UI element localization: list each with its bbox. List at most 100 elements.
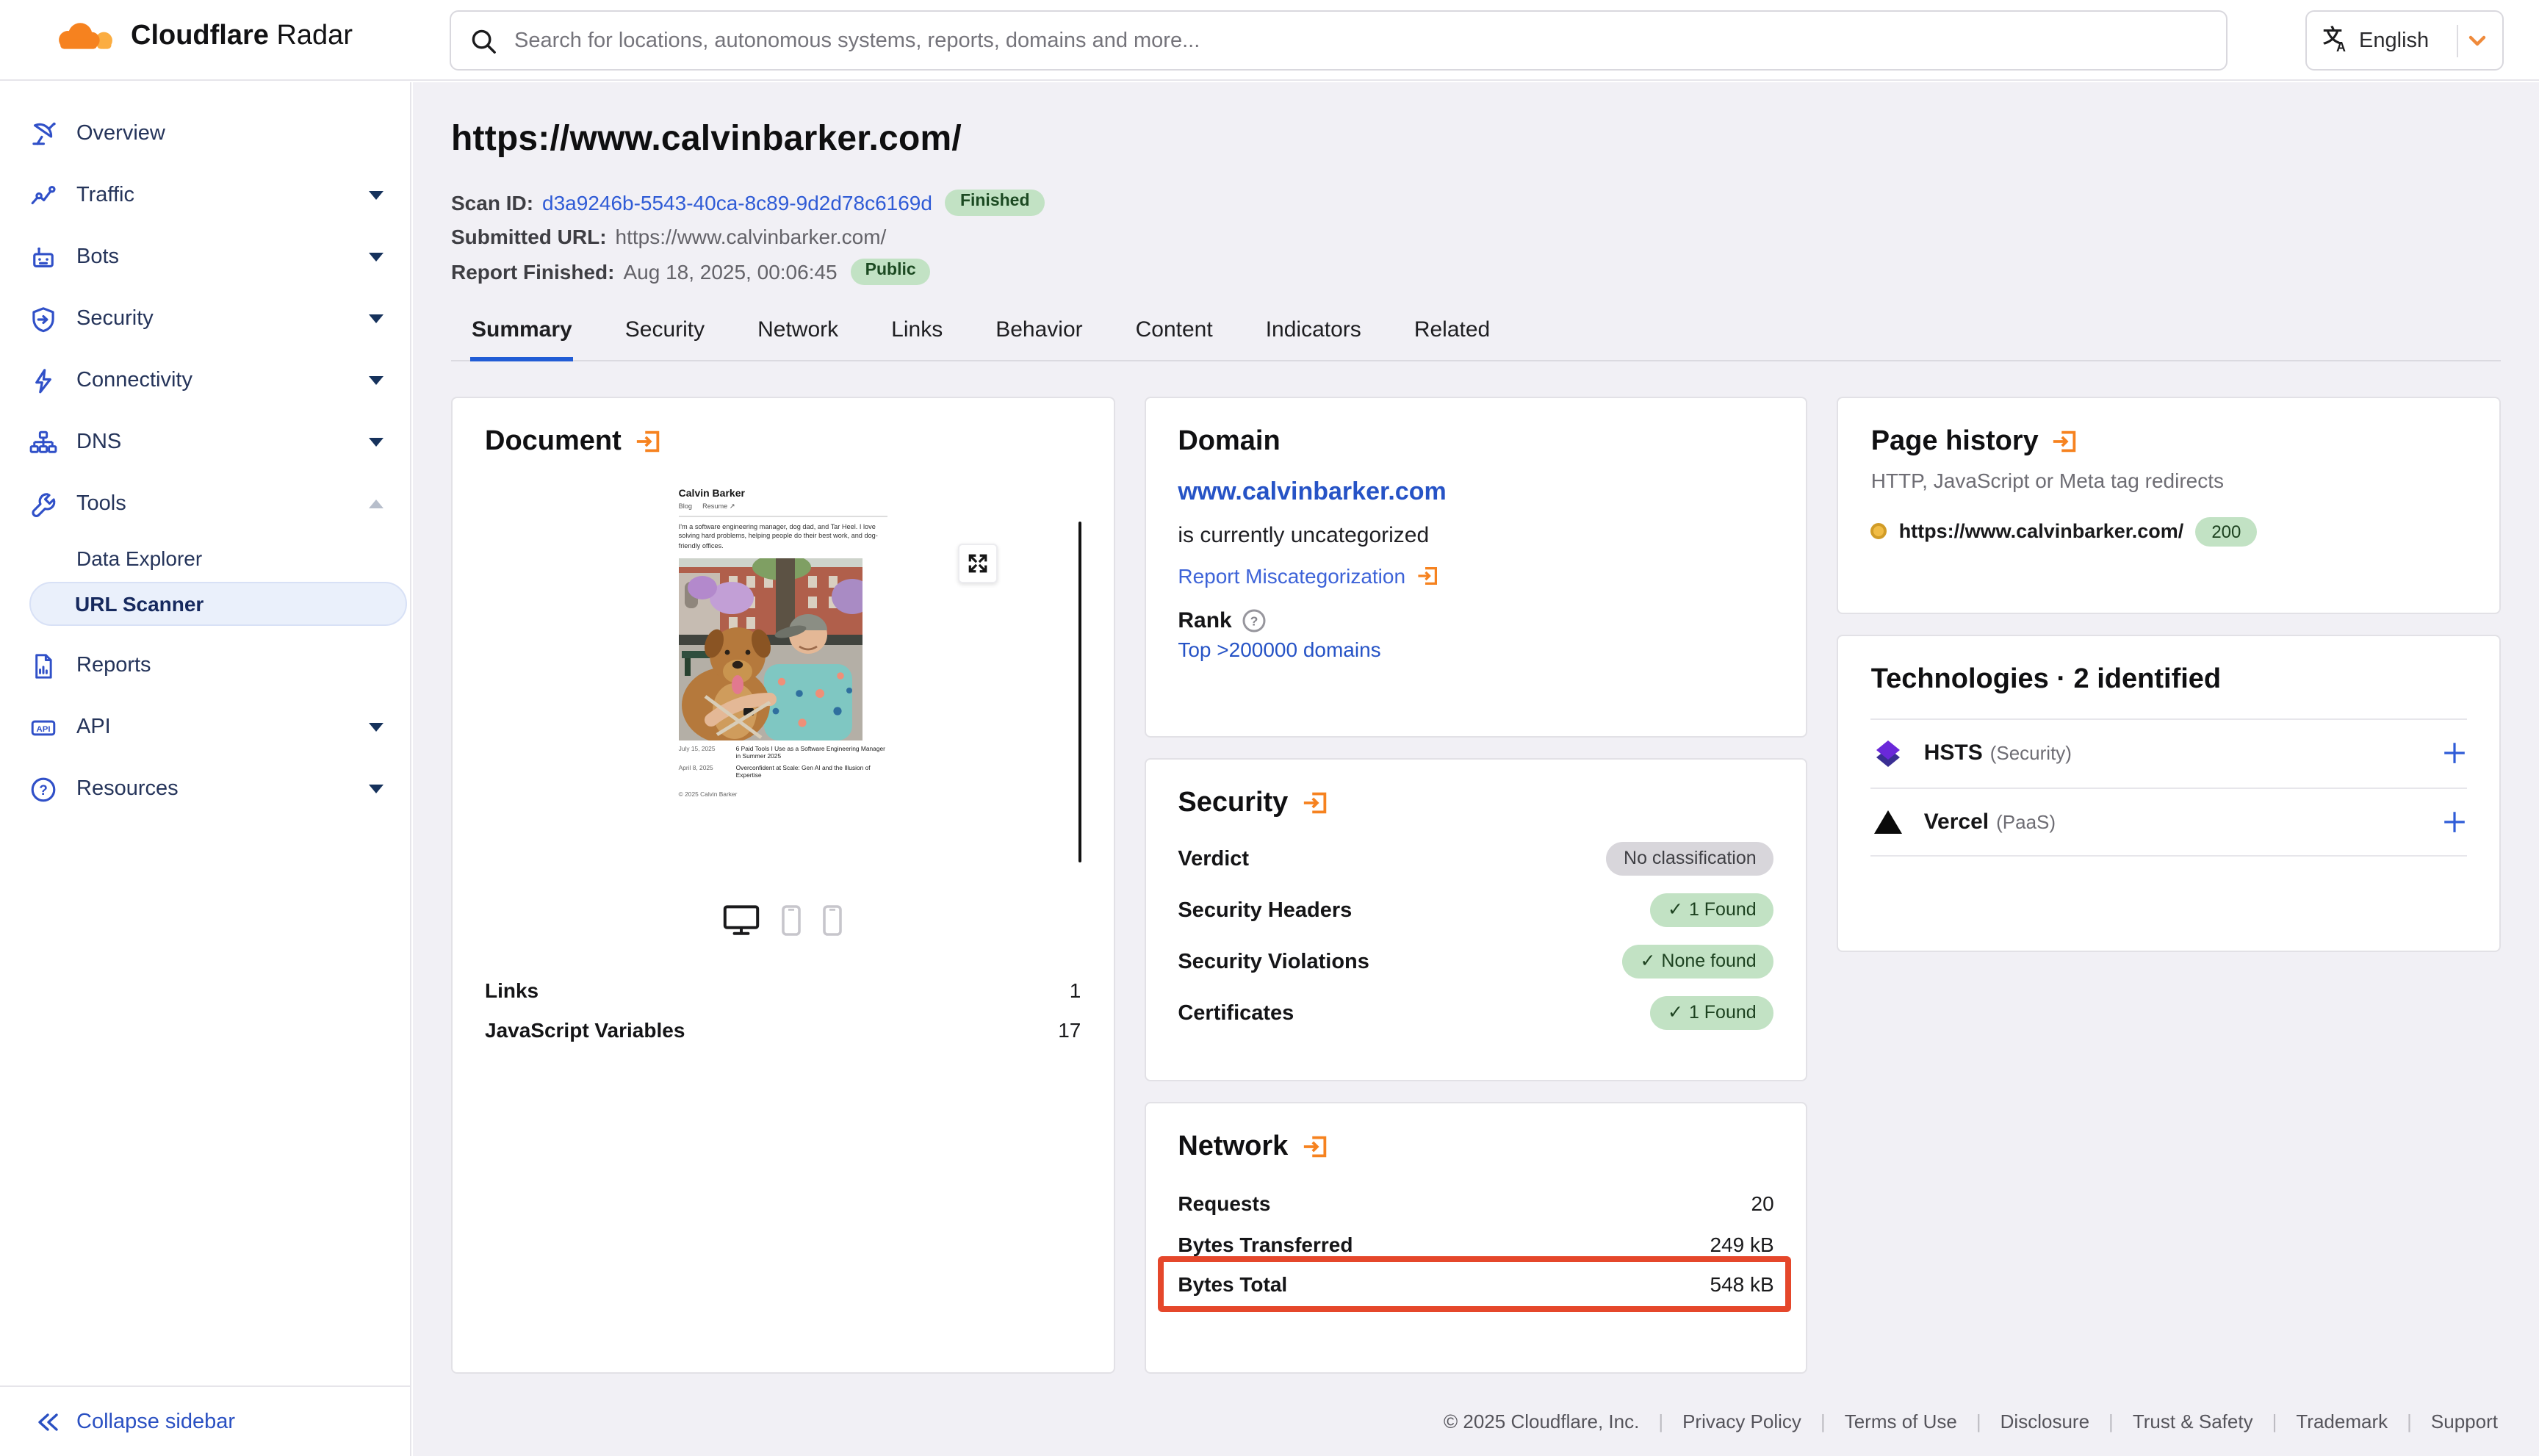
cloudflare-cloud-icon bbox=[53, 19, 118, 54]
footer-link-disclosure[interactable]: Disclosure bbox=[1981, 1410, 2108, 1432]
search-icon bbox=[470, 27, 497, 54]
footer-link-privacy-policy[interactable]: Privacy Policy bbox=[1663, 1410, 1820, 1432]
sidebar-item-tools[interactable]: Tools bbox=[0, 473, 410, 535]
report-finished-value: Aug 18, 2025, 00:06:45 bbox=[623, 260, 837, 284]
tab-security[interactable]: Security bbox=[624, 317, 706, 359]
copyright-text: © 2025 Cloudflare, Inc. bbox=[1425, 1410, 1658, 1432]
report-miscategorization-link[interactable]: Report Miscategorization bbox=[1178, 563, 1773, 587]
scan-id-link[interactable]: d3a9246b-5543-40ca-8c89-9d2d78c6169d bbox=[542, 191, 932, 215]
security-headers-badge: ✓1 Found bbox=[1650, 894, 1774, 927]
screenshot-thumbnail[interactable]: Calvin Barker Blog Resume ↗ I'm a softwa… bbox=[679, 489, 887, 798]
domain-card: Domain www.calvinbarker.com is currently… bbox=[1144, 396, 1807, 737]
search-input[interactable] bbox=[511, 27, 2207, 54]
sidebar-item-dns[interactable]: DNS bbox=[0, 411, 410, 473]
report-finished-row: Report Finished: Aug 18, 2025, 00:06:45 … bbox=[451, 254, 2501, 289]
sidebar-item-label: Bots bbox=[76, 245, 369, 269]
chevron-down-icon bbox=[369, 376, 383, 385]
tab-related[interactable]: Related bbox=[1413, 317, 1491, 359]
technologies-list: HSTS (Security) bbox=[1871, 718, 2467, 856]
domain-card-title: Domain bbox=[1178, 425, 1773, 458]
open-section-icon[interactable] bbox=[1301, 789, 1329, 817]
status-badge-finished: Finished bbox=[946, 189, 1045, 216]
sidebar-item-security[interactable]: Security bbox=[0, 288, 410, 350]
collapse-sidebar-button[interactable]: Collapse sidebar bbox=[0, 1385, 410, 1456]
open-external-icon bbox=[1416, 563, 1439, 587]
tab-summary[interactable]: Summary bbox=[470, 317, 574, 359]
sidebar-item-reports[interactable]: Reports bbox=[0, 635, 410, 696]
hsts-icon bbox=[1871, 737, 1906, 769]
domain-link[interactable]: www.calvinbarker.com bbox=[1178, 477, 1773, 506]
sidebar-item-overview[interactable]: Overview bbox=[0, 103, 410, 165]
device-toggle-group bbox=[485, 903, 1081, 935]
column-document: Document Calvin Barker Blog Resu bbox=[451, 396, 1114, 1373]
check-icon: ✓ bbox=[1668, 901, 1683, 920]
sidebar-item-connectivity[interactable]: Connectivity bbox=[0, 350, 410, 411]
certificates-badge: ✓1 Found bbox=[1650, 997, 1774, 1030]
chevron-down-icon bbox=[369, 253, 383, 262]
tab-indicators[interactable]: Indicators bbox=[1264, 317, 1363, 359]
rank-row: Rank ? bbox=[1178, 608, 1773, 633]
http-status-badge: 200 bbox=[2195, 516, 2257, 546]
sidebar-item-label: Tools bbox=[76, 492, 369, 516]
rank-value-link[interactable]: Top >200000 domains bbox=[1178, 637, 1773, 660]
sidebar-item-url-scanner[interactable]: URL Scanner bbox=[29, 582, 407, 626]
mobile-icon[interactable] bbox=[824, 904, 843, 935]
divider: | bbox=[1820, 1410, 1826, 1432]
security-violations-row: Security Violations ✓None found bbox=[1178, 944, 1773, 979]
sidebar-item-bots[interactable]: Bots bbox=[0, 226, 410, 288]
tab-behavior[interactable]: Behavior bbox=[994, 317, 1084, 359]
global-search bbox=[450, 10, 2228, 71]
open-section-icon[interactable] bbox=[2052, 428, 2080, 455]
sitemap-icon bbox=[29, 428, 57, 456]
topbar: Cloudflare Radar 文A English bbox=[0, 0, 2539, 81]
tab-network[interactable]: Network bbox=[756, 317, 840, 359]
chevron-up-icon bbox=[369, 500, 383, 508]
sidebar-item-label: Traffic bbox=[76, 184, 369, 207]
verdict-badge: No classification bbox=[1606, 843, 1774, 876]
divider: | bbox=[2272, 1410, 2277, 1432]
svg-text:?: ? bbox=[1250, 613, 1258, 628]
preview-scrollbar[interactable] bbox=[1078, 521, 1081, 862]
plus-icon bbox=[2442, 740, 2467, 765]
sidebar-item-traffic[interactable]: Traffic bbox=[0, 165, 410, 226]
wrench-icon bbox=[29, 490, 57, 518]
open-section-icon[interactable] bbox=[1301, 1133, 1329, 1161]
language-selector[interactable]: 文A English bbox=[2305, 10, 2504, 71]
column-middle: Domain www.calvinbarker.com is currently… bbox=[1144, 396, 1807, 1373]
technologies-card: Technologies · 2 identified HSTS (S bbox=[1837, 634, 2501, 951]
footer-link-trademark[interactable]: Trademark bbox=[2277, 1410, 2407, 1432]
sidebar-item-label: DNS bbox=[76, 430, 369, 454]
divider: | bbox=[2108, 1410, 2114, 1432]
tablet-icon[interactable] bbox=[782, 904, 802, 935]
sidebar-nav: Overview Traffic bbox=[0, 82, 410, 1385]
footer-link-terms-of-use[interactable]: Terms of Use bbox=[1826, 1410, 1976, 1432]
robot-icon bbox=[29, 243, 57, 271]
bytes-transferred-row: Bytes Transferred 249 kB bbox=[1178, 1224, 1773, 1264]
sidebar-item-resources[interactable]: ? Resources bbox=[0, 758, 410, 820]
sidebar-item-api[interactable]: API API bbox=[0, 696, 410, 758]
security-headers-row: Security Headers ✓1 Found bbox=[1178, 893, 1773, 928]
help-icon[interactable]: ? bbox=[1242, 608, 1267, 633]
expand-screenshot-button[interactable] bbox=[957, 543, 997, 583]
add-technology-button[interactable] bbox=[2442, 740, 2467, 765]
page-history-url[interactable]: https://www.calvinbarker.com/ bbox=[1899, 520, 2184, 542]
vercel-icon bbox=[1871, 805, 1906, 837]
report-document-icon bbox=[29, 652, 57, 680]
sidebar-item-data-explorer[interactable]: Data Explorer bbox=[0, 535, 410, 580]
page-screenshot-preview: Calvin Barker Blog Resume ↗ I'm a softwa… bbox=[485, 489, 1081, 879]
preview-copyright: © 2025 Calvin Barker bbox=[679, 790, 887, 798]
question-circle-icon: ? bbox=[29, 775, 57, 803]
tab-links[interactable]: Links bbox=[890, 317, 944, 359]
bytes-total-row-highlighted: Bytes Total 548 kB bbox=[1178, 1264, 1773, 1305]
sidebar-item-label: Resources bbox=[76, 777, 369, 801]
tab-content[interactable]: Content bbox=[1134, 317, 1214, 359]
footer-link-support[interactable]: Support bbox=[2412, 1410, 2501, 1432]
add-technology-button[interactable] bbox=[2442, 809, 2467, 834]
footer-link-trust-safety[interactable]: Trust & Safety bbox=[2114, 1410, 2272, 1432]
collapse-sidebar-label: Collapse sidebar bbox=[76, 1410, 235, 1433]
translate-icon: 文A bbox=[2323, 27, 2352, 54]
desktop-icon[interactable] bbox=[724, 904, 760, 935]
divider bbox=[2457, 24, 2458, 57]
cloudflare-radar-logo[interactable]: Cloudflare Radar bbox=[53, 19, 353, 54]
open-section-icon[interactable] bbox=[635, 428, 663, 455]
